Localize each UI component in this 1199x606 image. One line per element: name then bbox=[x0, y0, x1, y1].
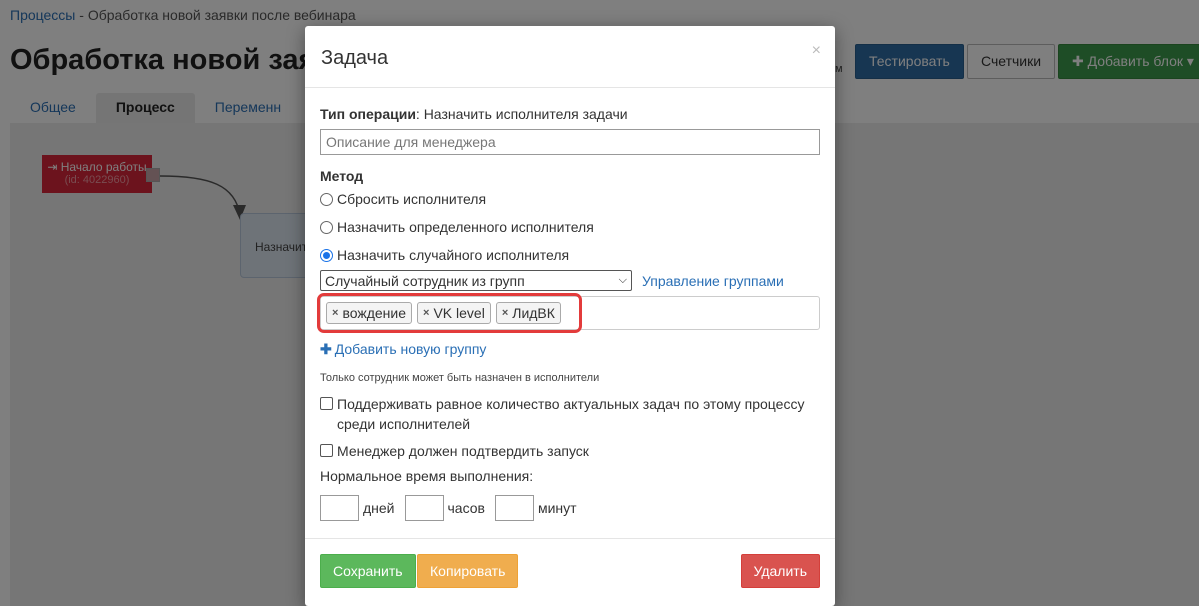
task-modal: Задача × Тип операции: Назначить исполни… bbox=[305, 26, 835, 606]
tags-highlight-annotation bbox=[317, 293, 582, 333]
checkbox[interactable] bbox=[320, 444, 333, 457]
modal-header: Задача × bbox=[305, 26, 835, 88]
hours-unit: часов bbox=[447, 500, 485, 516]
save-button[interactable]: Сохранить bbox=[320, 554, 416, 588]
radio-reset-executor[interactable]: Сбросить исполнителя bbox=[320, 191, 486, 207]
minutes-input[interactable] bbox=[494, 495, 534, 521]
checkbox-manager-confirm[interactable]: Менеджер должен подтвердить запуск bbox=[320, 441, 589, 461]
minutes-unit: минут bbox=[537, 500, 577, 516]
checkbox-balance-tasks[interactable]: Поддерживать равное количество актуальны… bbox=[320, 394, 810, 434]
copy-button[interactable]: Копировать bbox=[417, 554, 519, 588]
select-value: Случайный сотрудник из групп bbox=[325, 272, 525, 289]
normal-time-inputs: дней часов минут bbox=[320, 495, 587, 521]
days-input[interactable] bbox=[320, 495, 359, 521]
operation-type-value: : Назначить исполнителя задачи bbox=[415, 106, 628, 122]
normal-time-label: Нормальное время выполнения: bbox=[320, 468, 534, 484]
add-group-label: Добавить новую группу bbox=[334, 341, 487, 357]
radio-label: Сбросить исполнителя bbox=[337, 191, 487, 207]
add-group-link[interactable]: ✚ Добавить новую группу bbox=[320, 341, 486, 358]
operation-type-label: Тип операции bbox=[320, 106, 416, 122]
delete-button[interactable]: Удалить bbox=[740, 554, 820, 588]
chevron-down-icon: ⌵ bbox=[618, 274, 627, 286]
group-select-row: Случайный сотрудник из групп ⌵ Управлени… bbox=[320, 270, 784, 291]
plus-icon: ✚ bbox=[320, 341, 332, 357]
modal-title: Задача bbox=[321, 47, 389, 69]
radio-assign-specific[interactable]: Назначить определенного исполнителя bbox=[320, 219, 594, 235]
operation-type: Тип операции: Назначить исполнителя зада… bbox=[320, 106, 628, 122]
radio-button-checked[interactable] bbox=[320, 248, 333, 262]
random-employee-select[interactable]: Случайный сотрудник из групп ⌵ bbox=[320, 270, 632, 291]
hint-text: Только сотрудник может быть назначен в и… bbox=[320, 372, 600, 384]
checkbox-label: Поддерживать равное количество актуальны… bbox=[337, 396, 805, 432]
close-icon[interactable]: × bbox=[812, 42, 821, 60]
radio-assign-random[interactable]: Назначить случайного исполнителя bbox=[320, 247, 569, 263]
hours-input[interactable] bbox=[404, 495, 444, 521]
radio-button[interactable] bbox=[320, 220, 333, 234]
checkbox-label: Менеджер должен подтвердить запуск bbox=[337, 443, 589, 459]
radio-label: Назначить определенного исполнителя bbox=[337, 219, 594, 235]
days-unit: дней bbox=[363, 500, 395, 516]
manager-description-input[interactable] bbox=[320, 129, 820, 155]
checkbox[interactable] bbox=[320, 397, 333, 410]
radio-label: Назначить случайного исполнителя bbox=[337, 247, 570, 263]
method-label: Метод bbox=[320, 168, 364, 184]
modal-footer: Сохранить Копировать Удалить bbox=[305, 538, 835, 606]
manage-groups-link[interactable]: Управление группами bbox=[642, 273, 784, 289]
radio-button[interactable] bbox=[320, 192, 333, 206]
